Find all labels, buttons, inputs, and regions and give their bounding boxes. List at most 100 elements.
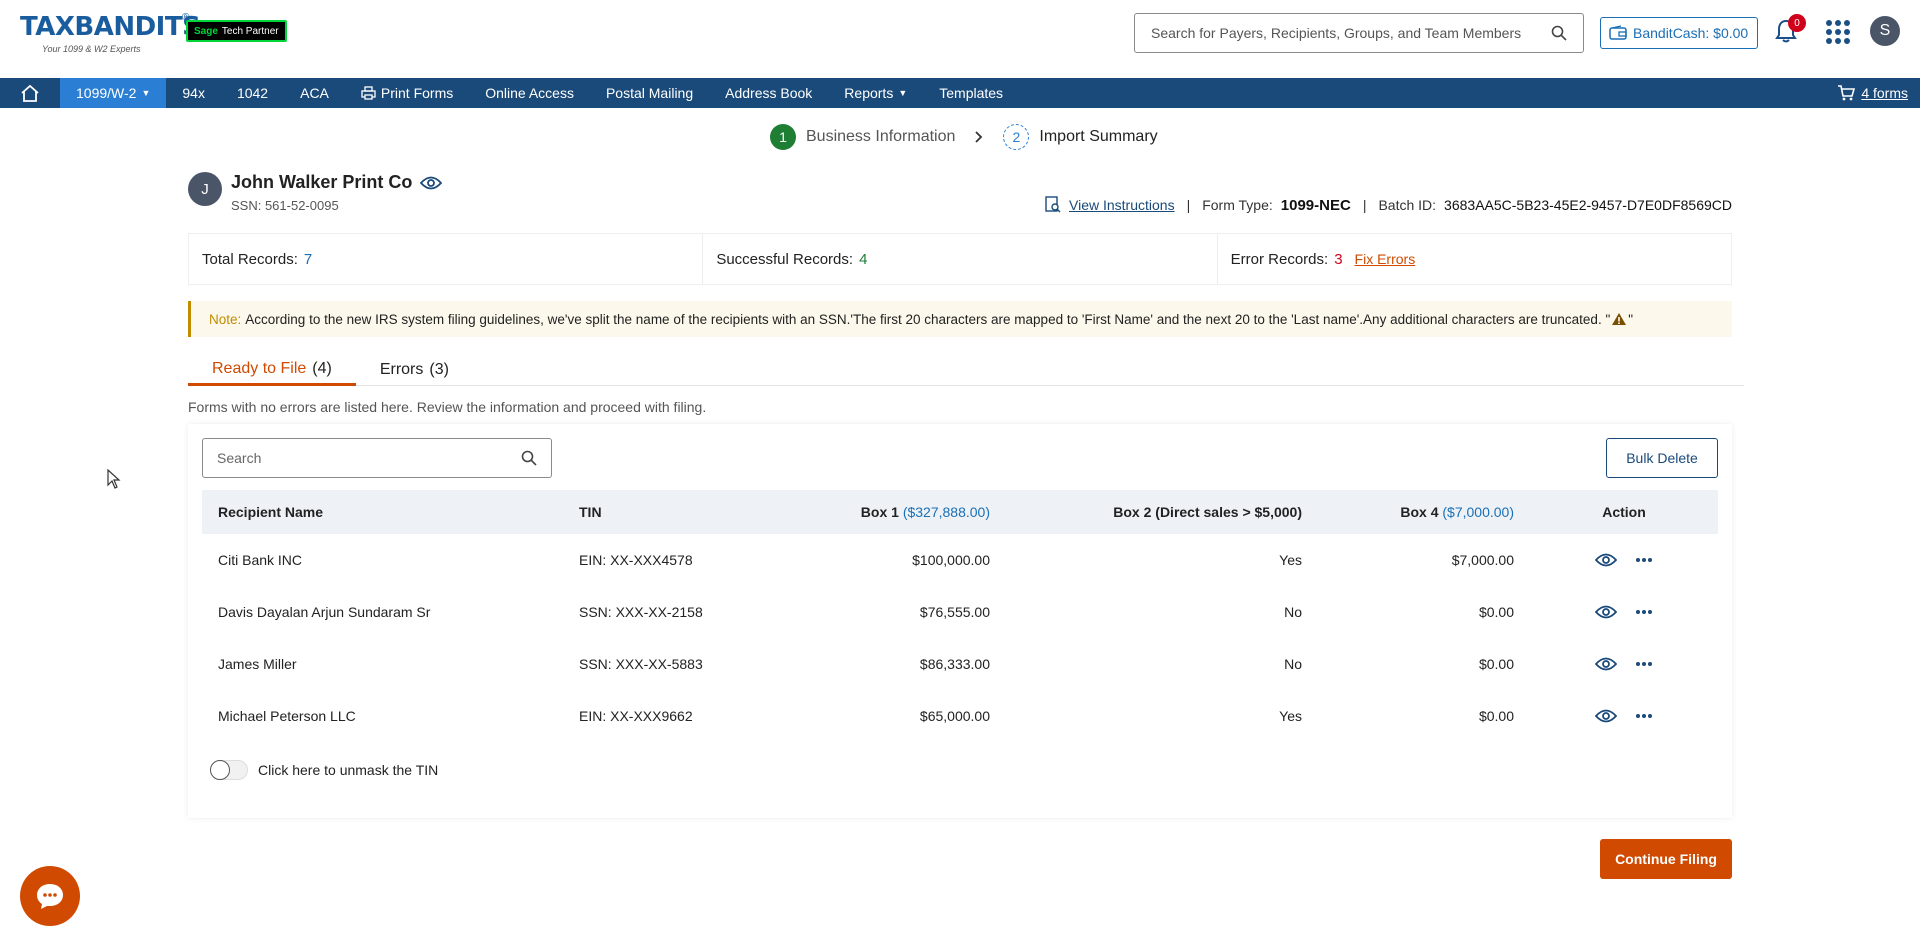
col-box1[interactable]: Box 1 ($327,888.00) [763,490,1006,534]
apps-grid-icon[interactable] [1826,20,1850,44]
tab-count: (3) [429,361,449,378]
total-records: Total Records: 7 [189,234,704,284]
successful-records: Successful Records: 4 [703,234,1218,284]
box1-value: $100,000.00 [912,552,990,568]
sage-partner-badge: Sage Tech Partner [186,20,287,42]
box2-value: No [1284,656,1302,672]
total-records-count: 7 [303,250,313,268]
chat-widget-button[interactable] [20,866,80,926]
nav-item-templates[interactable]: Templates [923,78,1019,108]
top-header: TAXBANDITS ® Your 1099 & W2 Experts Sage… [0,0,1920,78]
nav-item-94x[interactable]: 94x [166,78,221,108]
step-1-label[interactable]: Business Information [806,128,955,146]
recipient-name: Davis Dayalan Arjun Sundaram Sr [218,604,431,620]
notifications-button[interactable]: 0 [1774,14,1806,48]
view-eye-icon[interactable] [1595,552,1617,568]
search-icon[interactable] [521,450,537,466]
eye-icon[interactable] [420,175,443,191]
box1-value: $65,000.00 [919,708,990,724]
more-options-icon[interactable] [1635,557,1653,563]
nav-label: Online Access [485,85,574,101]
form-type-label: Form Type: [1202,197,1273,213]
view-eye-icon[interactable] [1595,656,1617,672]
box2-value: No [1284,604,1302,620]
batch-id-label: Batch ID: [1378,197,1437,213]
box4-total: ($7,000.00) [1442,504,1514,520]
caret-down-icon: ▼ [898,88,908,98]
caret-down-icon: ▼ [141,88,151,98]
nav-item-1099-w2[interactable]: 1099/W-2 ▼ [60,78,167,108]
box2-value: Yes [1279,552,1302,568]
row-actions [1530,534,1718,586]
nav-label: Print Forms [380,85,454,101]
table-row: Davis Dayalan Arjun Sundaram Sr SSN: XXX… [202,586,1718,638]
col-tin[interactable]: TIN [563,490,763,534]
nav-item-postal-mailing[interactable]: Postal Mailing [590,78,709,108]
nav-label: 1099/W-2 [76,85,137,101]
recipient-name: Citi Bank INC [218,552,303,568]
cart-link[interactable]: 4 forms [1837,78,1908,108]
col-recipient-name[interactable]: Recipient Name [202,490,563,534]
taxbandits-logo[interactable]: TAXBANDITS ® Your 1099 & W2 Experts [20,12,201,54]
recipient-tin: EIN: XX-XXX9662 [579,708,693,724]
nav-item-online-access[interactable]: Online Access [469,78,590,108]
fix-errors-link[interactable]: Fix Errors [1355,251,1416,267]
unmask-tin-row: Click here to unmask the TIN [210,760,438,780]
tab-ready-to-file[interactable]: Ready to File (4) [188,354,356,386]
view-eye-icon[interactable] [1595,604,1617,620]
user-avatar[interactable]: S [1870,16,1900,46]
recipients-table: Recipient Name TIN Box 1 ($327,888.00) B… [202,490,1718,742]
recipient-name: James Miller [218,656,297,672]
recipient-tin: SSN: XXX-XX-2158 [579,604,703,620]
table-row: Michael Peterson LLC EIN: XX-XXX9662 $65… [202,690,1718,742]
col-action: Action [1602,504,1646,520]
recipient-tin: SSN: XXX-XX-5883 [579,656,703,672]
business-name: John Walker Print Co [231,172,413,192]
col-box4[interactable]: Box 4 ($7,000.00) [1318,490,1530,534]
continue-filing-button[interactable]: Continue Filing [1600,839,1732,879]
nav-item-address-book[interactable]: Address Book [709,78,828,108]
table-search[interactable] [202,438,552,478]
nav-label: 1042 [236,85,269,101]
status-tabs: Ready to File (4) Errors (3) [188,354,1744,386]
tab-errors[interactable]: Errors (3) [356,354,473,386]
view-eye-icon[interactable] [1595,708,1617,724]
note-text: According to the new IRS system filing g… [245,311,1611,327]
nav-item-1042[interactable]: 1042 [221,78,284,108]
printer-icon [361,86,376,100]
more-options-icon[interactable] [1635,609,1653,615]
col-box2[interactable]: Box 2 (Direct sales > $5,000) [1006,490,1318,534]
table-search-input[interactable] [217,450,521,466]
nav-item-aca[interactable]: ACA [284,78,345,108]
unmask-tin-toggle[interactable] [210,760,248,780]
bandit-cash-button[interactable]: BanditCash: $0.00 [1600,17,1758,49]
global-search[interactable] [1134,13,1584,53]
nav-label: Templates [939,85,1004,101]
more-options-icon[interactable] [1635,713,1653,719]
cart-icon [1838,85,1856,101]
nav-item-reports[interactable]: Reports ▼ [828,78,923,108]
records-panel: Bulk Delete Recipient Name TIN Box 1 ($3… [188,424,1732,818]
step-2-number: 2 [1003,124,1030,150]
view-instructions-link[interactable]: View Instructions [1069,197,1175,213]
help-text: Forms with no errors are listed here. Re… [188,399,707,415]
home-button[interactable] [0,78,60,108]
nav-label: Address Book [725,85,813,101]
table-row: James Miller SSN: XXX-XX-5883 $86,333.00… [202,638,1718,690]
more-options-icon[interactable] [1635,661,1653,667]
nav-item-print-forms[interactable]: Print Forms [345,78,469,108]
box4-value: $0.00 [1478,656,1514,672]
bulk-delete-button[interactable]: Bulk Delete [1606,438,1718,478]
main-nav: 1099/W-2 ▼ 94x 1042 ACA Print Forms Onlin… [0,78,1920,108]
search-icon[interactable] [1551,25,1567,41]
table-header-row: Recipient Name TIN Box 1 ($327,888.00) B… [202,490,1718,534]
box1-total: ($327,888.00) [902,504,990,520]
box4-label: Box 4 [1400,504,1439,520]
step-2-label: Import Summary [1039,128,1158,145]
unmask-tin-label: Click here to unmask the TIN [258,762,439,778]
partner-text: Tech Partner [221,25,279,37]
global-search-input[interactable] [1151,25,1551,41]
nav-label: Reports [844,85,894,101]
table-row: Citi Bank INC EIN: XX-XXX4578 $100,000.0… [202,534,1718,586]
box4-value: $0.00 [1478,708,1514,724]
